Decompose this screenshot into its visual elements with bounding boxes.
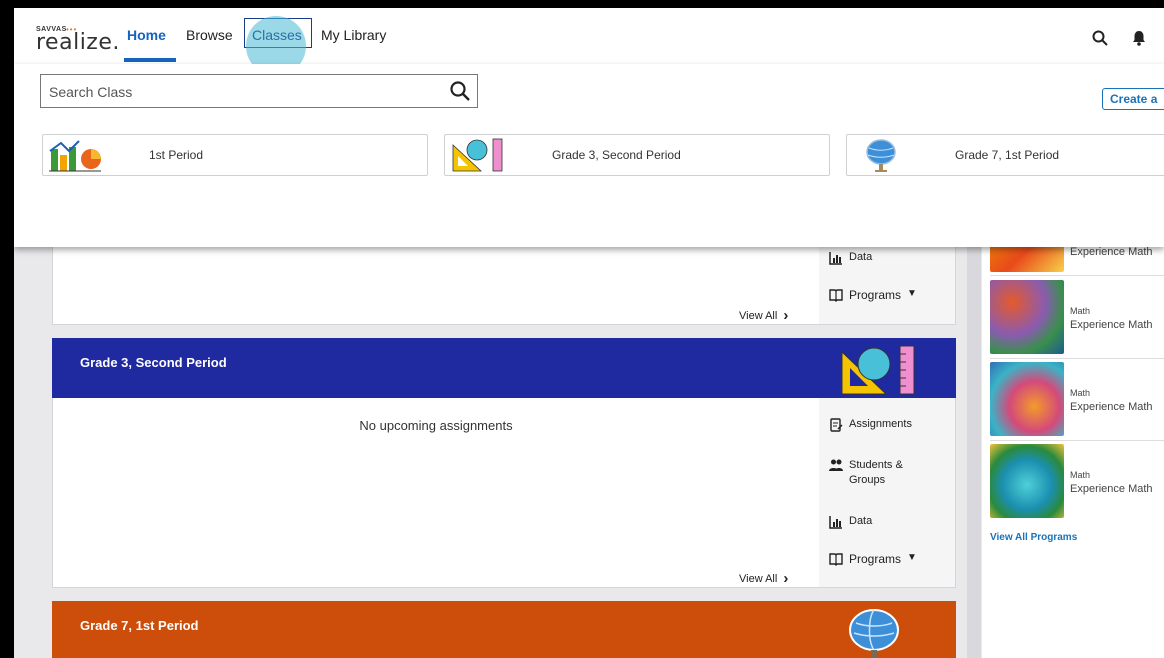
program-subject: Math [1070,388,1091,398]
class-banner-grade3[interactable]: Grade 3, Second Period [52,338,956,398]
assignment-icon [830,418,843,432]
program-thumbnail [990,444,1064,518]
divider [990,440,1164,441]
class-tile-grade7-1st-period[interactable]: Grade 7, 1st Period [846,134,1164,176]
view-all-label: View All [739,572,778,585]
search-icon[interactable] [449,80,471,102]
nav-home[interactable]: Home [127,27,166,43]
search-class-input[interactable] [47,81,441,103]
app-screen: Data Programs ▼ View All › Grade 3, Seco… [14,8,1164,658]
caret-down-icon: ▼ [907,552,917,563]
globe-icon [866,139,896,172]
nav-my-library[interactable]: My Library [321,27,386,43]
nav-classes[interactable]: Classes [252,27,302,43]
search-class-field [40,74,478,108]
class-tile-name: 1st Period [149,148,204,162]
search-icon[interactable] [1092,30,1108,46]
class-tile-grade3-second-period[interactable]: Grade 3, Second Period [444,134,830,176]
assignments-label: Assignments [849,418,912,430]
class-title: Grade 3, Second Period [80,355,227,370]
programs-label: Programs [849,552,902,566]
book-icon [829,289,843,302]
program-subject: Math [1070,470,1091,480]
create-class-button[interactable]: Create a [1102,88,1164,110]
logo-wordmark: realize. [36,30,120,55]
view-all-link[interactable]: View All › [739,570,788,587]
class-card-grade3: No upcoming assignments Assignments Stud… [52,398,956,588]
students-groups-line1: Students & [849,459,903,471]
card-links-panel: Assignments Students & Groups Data Progr… [819,398,955,587]
bell-icon[interactable] [1132,30,1146,46]
students-icon [829,459,843,471]
students-groups-line2: Groups [849,474,886,486]
programs-label: Programs [849,288,902,302]
classes-dropdown-panel: Create a 1st Period Grade 3, Second Peri… [14,64,1164,247]
program-name: Experience Math [1070,401,1153,413]
geometry-tools-icon [452,138,503,172]
assignments-link[interactable]: Assignments [829,418,912,432]
chevron-right-icon: › [783,570,789,587]
programs-menu[interactable]: Programs ▼ [829,552,917,566]
data-chart-icon [829,252,842,265]
data-link[interactable]: Data [829,251,872,265]
data-chart-icon [829,516,842,529]
class-tile-name: Grade 7, 1st Period [955,148,1060,162]
program-name: Experience Math [1070,246,1153,258]
geometry-tools-icon [841,345,915,395]
nav-browse[interactable]: Browse [186,27,233,43]
program-thumbnail [990,280,1064,354]
divider [990,275,1164,276]
book-icon [829,553,843,566]
students-groups-label: Students & Groups [849,458,903,488]
program-subject: Math [1070,306,1091,316]
bar-chart-icon [49,140,101,172]
caret-down-icon: ▼ [907,288,917,299]
class-title: Grade 7, 1st Period [80,618,199,633]
program-item[interactable]: Math Experience Math [990,278,1164,356]
programs-menu[interactable]: Programs ▼ [829,288,917,302]
view-all-programs-link[interactable]: View All Programs [990,532,1077,543]
card-body: No upcoming assignments [53,398,819,587]
class-tile-name: Grade 3, Second Period [552,148,681,162]
globe-icon [849,609,899,658]
no-assignments-message: No upcoming assignments [359,418,513,433]
active-nav-indicator [124,58,176,62]
class-tile-1st-period[interactable]: 1st Period [42,134,428,176]
top-navigation-bar: SAVVAS ••• realize. Home Browse Classes … [14,8,1164,76]
data-link-label: Data [849,251,873,263]
view-all-link[interactable]: View All › [739,307,788,324]
program-name: Experience Math [1070,319,1153,331]
data-link[interactable]: Data [829,515,872,529]
divider [990,358,1164,359]
program-name: Experience Math [1070,483,1153,495]
chevron-right-icon: › [783,307,789,324]
students-groups-link[interactable]: Students & Groups [829,458,903,488]
program-item[interactable]: Math Experience Math [990,360,1164,438]
program-item[interactable]: Math Experience Math [990,442,1164,520]
program-thumbnail [990,362,1064,436]
data-link-label: Data [849,515,873,527]
class-banner-grade7[interactable]: Grade 7, 1st Period [52,601,956,658]
view-all-label: View All [739,309,778,322]
